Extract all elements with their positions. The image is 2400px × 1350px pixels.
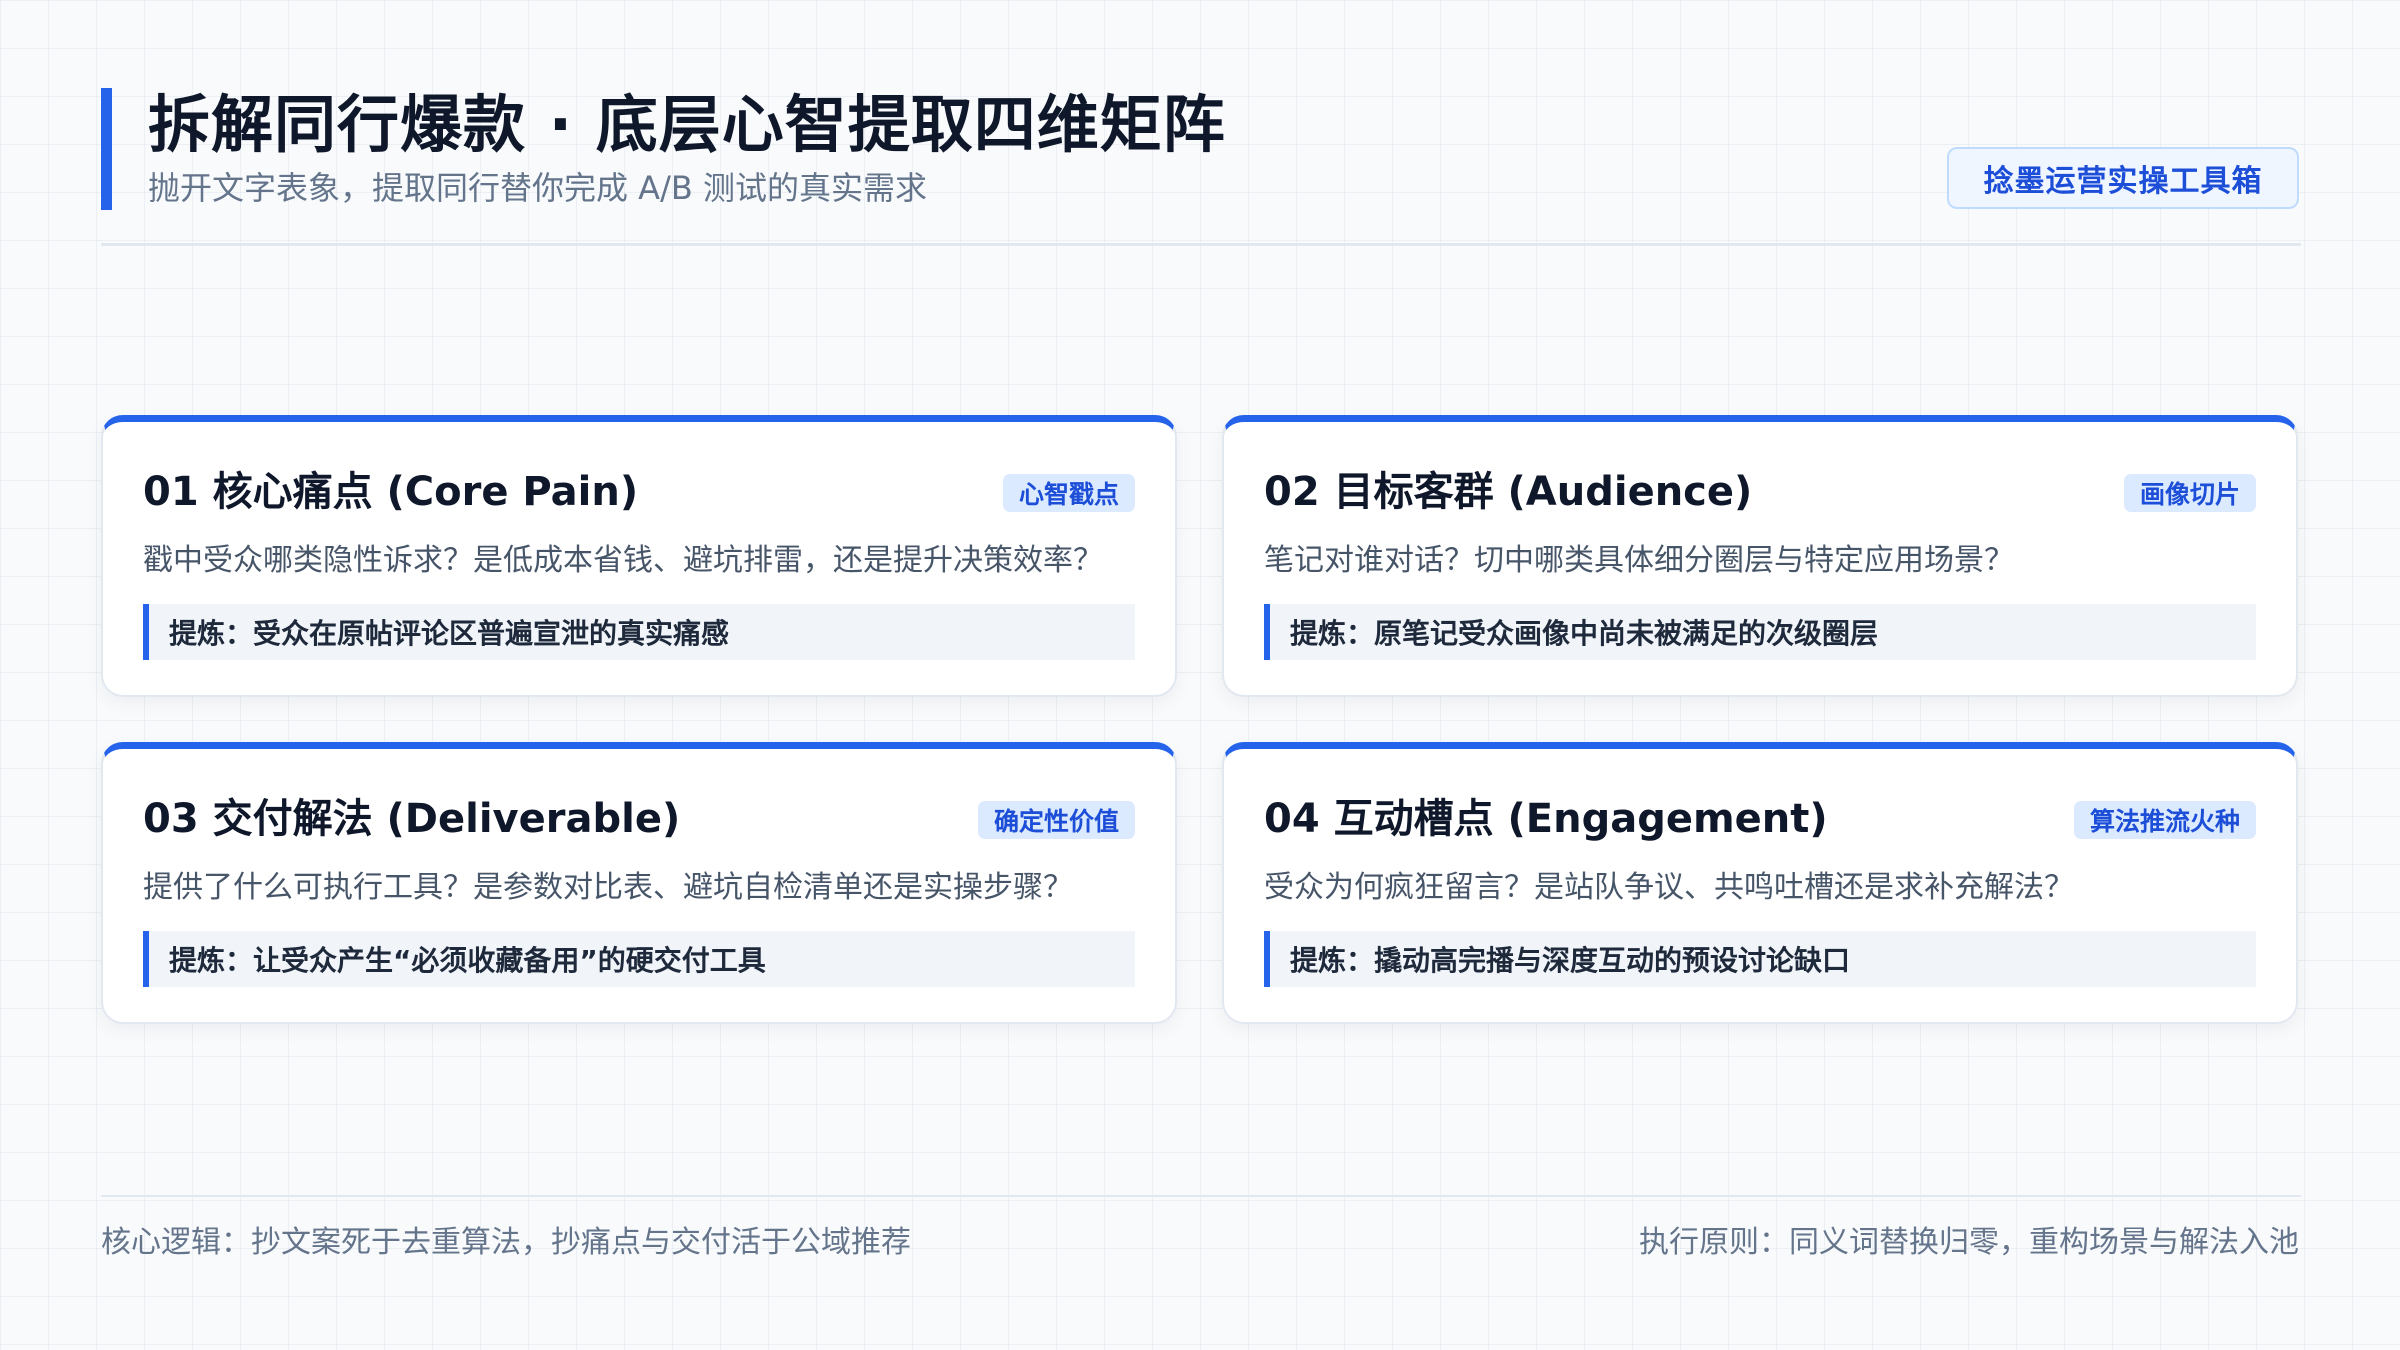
- card-tag: 算法推流火种: [2073, 801, 2256, 839]
- card-extract: 提炼：让受众产生“必须收藏备用”的硬交付工具: [143, 931, 1135, 987]
- card-engagement: 04 互动槽点 (Engagement) 算法推流火种 受众为何疯狂留言？是站队…: [1222, 742, 2298, 1024]
- card-title: 04 互动槽点 (Engagement): [1264, 796, 1828, 842]
- card-title: 02 目标客群 (Audience): [1264, 469, 1753, 515]
- card-description: 受众为何疯狂留言？是站队争议、共鸣吐槽还是求补充解法？: [1264, 870, 2074, 905]
- card-core-pain: 01 核心痛点 (Core Pain) 心智戳点 戳中受众哪类隐性诉求？是低成本…: [101, 415, 1177, 697]
- footer-divider: [101, 1195, 2301, 1197]
- page-subtitle: 抛开文字表象，提取同行替你完成 A/B 测试的真实需求: [148, 169, 927, 207]
- card-audience: 02 目标客群 (Audience) 画像切片 笔记对谁对话？切中哪类具体细分圈…: [1222, 415, 2298, 697]
- card-title: 03 交付解法 (Deliverable): [143, 796, 681, 842]
- card-title: 01 核心痛点 (Core Pain): [143, 469, 639, 515]
- footer-core-logic: 核心逻辑：抄文案死于去重算法，抄痛点与交付活于公域推荐: [101, 1225, 911, 1260]
- card-deliverable: 03 交付解法 (Deliverable) 确定性价值 提供了什么可执行工具？是…: [101, 742, 1177, 1024]
- card-description: 戳中受众哪类隐性诉求？是低成本省钱、避坑排雷，还是提升决策效率？: [143, 543, 1103, 578]
- card-extract: 提炼：原笔记受众画像中尚未被满足的次级圈层: [1264, 604, 2256, 660]
- card-tag: 心智戳点: [1002, 474, 1135, 512]
- footer-execution-principle: 执行原则：同义词替换归零，重构场景与解法入池: [1639, 1225, 2299, 1260]
- card-description: 提供了什么可执行工具？是参数对比表、避坑自检清单还是实操步骤？: [143, 870, 1073, 905]
- page-title: 拆解同行爆款 · 底层心智提取四维矩阵: [148, 88, 1226, 161]
- card-extract: 提炼：受众在原帖评论区普遍宣泄的真实痛感: [143, 604, 1135, 660]
- card-tag: 画像切片: [2123, 474, 2256, 512]
- card-description: 笔记对谁对话？切中哪类具体细分圈层与特定应用场景？: [1264, 543, 2014, 578]
- brand-badge: 捻墨运营实操工具箱: [1947, 147, 2299, 209]
- card-extract: 提炼：撬动高完播与深度互动的预设讨论缺口: [1264, 931, 2256, 987]
- title-accent-bar: [101, 88, 112, 210]
- card-tag: 确定性价值: [977, 801, 1135, 839]
- header-divider: [101, 243, 2301, 246]
